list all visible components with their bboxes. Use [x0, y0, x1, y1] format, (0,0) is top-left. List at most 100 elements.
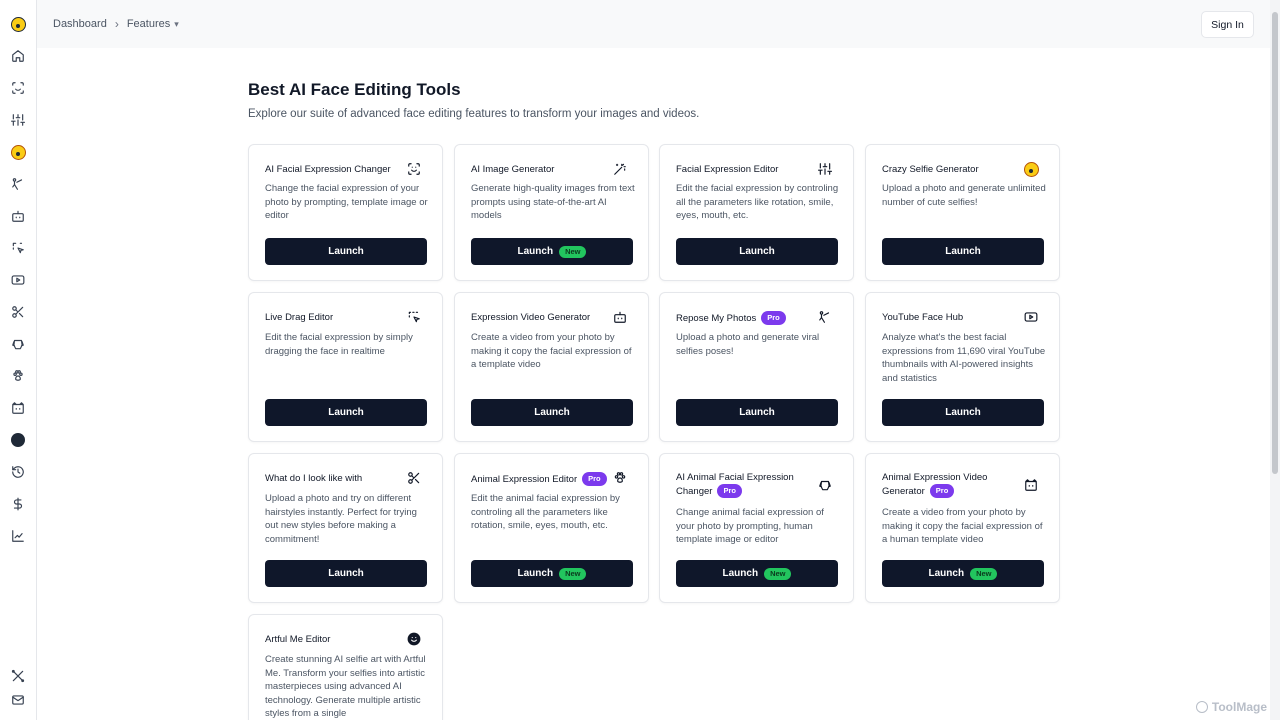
- youtube-icon[interactable]: [9, 271, 27, 289]
- sliders-icon: [817, 161, 833, 177]
- sidebar: [0, 0, 37, 720]
- paw-icon[interactable]: [9, 367, 27, 385]
- pro-badge: Pro: [717, 484, 742, 498]
- launch-button[interactable]: Launch New: [471, 560, 633, 587]
- drag-cursor-icon: [406, 309, 422, 325]
- scroll-thumb[interactable]: [1272, 12, 1278, 474]
- launch-label: Launch: [517, 246, 554, 257]
- pose-icon: [817, 309, 833, 325]
- magic-wand-icon: [612, 161, 628, 177]
- youtube-icon: [1023, 309, 1039, 325]
- dollar-icon[interactable]: [9, 495, 27, 513]
- smile-icon[interactable]: [9, 431, 27, 449]
- paw-icon: [612, 470, 628, 486]
- launch-label: Launch: [739, 246, 775, 257]
- breadcrumb-dashboard[interactable]: Dashboard: [53, 18, 107, 30]
- launch-button[interactable]: Launch New: [471, 238, 633, 265]
- wink-emoji-icon[interactable]: [9, 143, 27, 161]
- drag-cursor-icon[interactable]: [9, 239, 27, 257]
- chart-icon[interactable]: [9, 527, 27, 545]
- launch-button[interactable]: Launch: [265, 399, 427, 426]
- launch-button[interactable]: Launch New: [676, 560, 838, 587]
- workflow-icon[interactable]: [9, 667, 27, 685]
- card-artful-me-editor: Artful Me Editor Create stunning AI self…: [248, 614, 443, 720]
- card-description: Upload a photo and generate unlimited nu…: [882, 183, 1046, 208]
- watermark-icon: [1195, 701, 1208, 713]
- card-description: Edit the facial expression by controling…: [676, 183, 839, 221]
- sliders-icon[interactable]: [9, 111, 27, 129]
- card-description: Edit the facial expression by simply dra…: [265, 332, 413, 357]
- page-subtitle: Explore our suite of advanced face editi…: [248, 108, 700, 120]
- new-badge: New: [559, 567, 587, 580]
- launch-button[interactable]: Launch: [471, 399, 633, 426]
- launch-button[interactable]: Launch: [265, 238, 427, 265]
- card-title: Expression Video Generator: [471, 312, 591, 323]
- launch-label: Launch: [928, 568, 965, 579]
- launch-button[interactable]: Launch New: [882, 560, 1044, 587]
- pose-icon[interactable]: [9, 175, 27, 193]
- card-title: AI Facial Expression Changer: [265, 164, 391, 175]
- card-expression-video-generator: Expression Video Generator Create a vide…: [454, 292, 649, 442]
- cat-icon[interactable]: [9, 399, 27, 417]
- card-ai-image-generator: AI Image Generator Generate high-quality…: [454, 144, 649, 281]
- card-title: Repose My Photos Pro: [676, 311, 826, 325]
- breadcrumb: Dashboard › Features ▾: [53, 17, 179, 31]
- card-title: AI Animal Facial Expression Changer Pro: [676, 471, 816, 498]
- scissors-icon[interactable]: [9, 303, 27, 321]
- card-description: Create a video from your photo by making…: [471, 332, 632, 370]
- sign-in-button[interactable]: Sign In: [1201, 11, 1254, 38]
- mail-icon[interactable]: [9, 691, 27, 709]
- dog-icon[interactable]: [9, 335, 27, 353]
- breadcrumb-features[interactable]: Features: [127, 18, 170, 30]
- launch-label: Launch: [328, 568, 364, 579]
- smile-icon: [406, 631, 422, 647]
- watermark: ToolMage: [1195, 700, 1267, 714]
- card-title: Artful Me Editor: [265, 634, 331, 645]
- bot-icon[interactable]: [9, 207, 27, 225]
- card-description: Edit the animal facial expression by con…: [471, 493, 620, 531]
- app-logo-icon[interactable]: [9, 15, 27, 33]
- card-description: Create a video from your photo by making…: [882, 507, 1043, 545]
- card-description: Upload a photo and try on different hair…: [265, 493, 417, 545]
- chevron-down-icon[interactable]: ▾: [174, 19, 179, 30]
- pro-badge: Pro: [582, 472, 607, 486]
- launch-label: Launch: [328, 246, 364, 257]
- launch-button[interactable]: Launch: [676, 238, 838, 265]
- card-title: YouTube Face Hub: [882, 312, 964, 323]
- home-icon[interactable]: [9, 47, 27, 65]
- new-badge: New: [764, 567, 792, 580]
- card-title: Animal Expression Editor Pro: [471, 472, 621, 486]
- card-title-text: Animal Expression Editor: [471, 474, 578, 485]
- card-ai-facial-expression-changer: AI Facial Expression Changer Change the …: [248, 144, 443, 281]
- new-badge: New: [559, 245, 587, 258]
- launch-button[interactable]: Launch: [265, 560, 427, 587]
- history-icon[interactable]: [9, 463, 27, 481]
- launch-label: Launch: [534, 407, 570, 418]
- top-header: Dashboard › Features ▾ Sign In: [37, 0, 1270, 48]
- wink-emoji-icon: [1023, 161, 1039, 177]
- launch-button[interactable]: Launch: [882, 399, 1044, 426]
- scrollbar[interactable]: [1270, 0, 1280, 720]
- launch-label: Launch: [722, 568, 759, 579]
- pro-badge: Pro: [929, 484, 955, 498]
- card-crazy-selfie-generator: Crazy Selfie Generator Upload a photo an…: [865, 144, 1060, 281]
- card-title: Live Drag Editor: [265, 312, 334, 323]
- card-description: Create stunning AI selfie art with Artfu…: [265, 654, 426, 719]
- dog-icon: [817, 477, 833, 493]
- card-title: Facial Expression Editor: [676, 164, 779, 175]
- card-description: Change the facial expression of your pho…: [265, 183, 428, 221]
- launch-label: Launch: [945, 246, 981, 257]
- launch-label: Launch: [739, 407, 775, 418]
- card-animal-expression-editor: Animal Expression Editor Pro Edit the ani…: [454, 453, 649, 603]
- card-description: Analyze what's the best facial expressio…: [882, 332, 1046, 384]
- card-title: Crazy Selfie Generator: [882, 164, 979, 175]
- launch-label: Launch: [517, 568, 554, 579]
- card-title: What do I look like with: [265, 473, 363, 484]
- card-description: Change animal facial expression of your …: [676, 507, 824, 545]
- launch-button[interactable]: Launch: [676, 399, 838, 426]
- launch-button[interactable]: Launch: [882, 238, 1044, 265]
- face-scan-icon[interactable]: [9, 79, 27, 97]
- page-title: Best AI Face Editing Tools: [248, 80, 461, 99]
- card-youtube-face-hub: YouTube Face Hub Analyze what's the best…: [865, 292, 1060, 442]
- bot-icon: [612, 309, 628, 325]
